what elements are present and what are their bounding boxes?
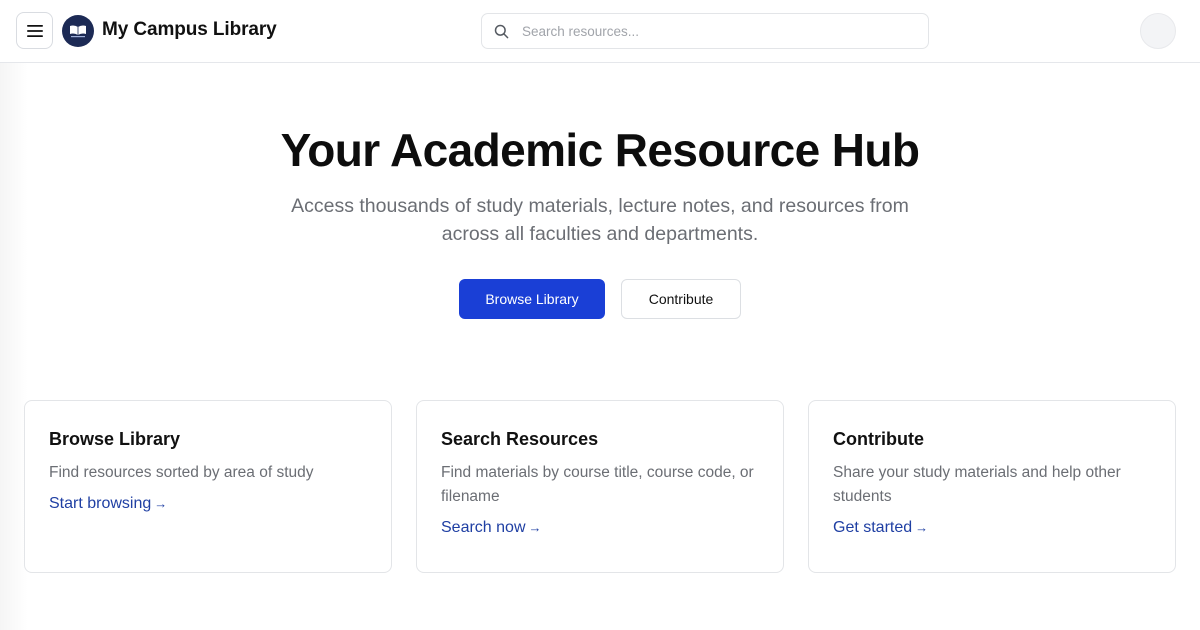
hamburger-menu-icon xyxy=(26,24,43,37)
user-avatar[interactable] xyxy=(1140,13,1176,49)
hero-title: Your Academic Resource Hub xyxy=(280,124,920,176)
search-bar[interactable] xyxy=(481,13,929,49)
hero-subtitle: Access thousands of study materials, lec… xyxy=(291,195,909,245)
menu-button[interactable] xyxy=(16,12,53,49)
card-link-label: Search now xyxy=(441,519,526,536)
top-header: My Campus Library xyxy=(0,0,1200,63)
site-title[interactable]: My Campus Library xyxy=(102,19,277,41)
open-book-logo-icon xyxy=(70,25,86,38)
search-icon xyxy=(494,24,509,39)
search-now-link[interactable]: Search now → xyxy=(441,519,542,537)
start-browsing-link[interactable]: Start browsing → xyxy=(49,495,167,513)
card-link-label: Get started xyxy=(833,519,913,536)
contribute-button[interactable]: Contribute xyxy=(621,279,741,319)
search-input[interactable] xyxy=(522,14,922,48)
arrow-right-icon: → xyxy=(915,520,929,535)
card-link-label: Start browsing xyxy=(49,495,152,512)
card-browse-library: Browse Library Find resources sorted by … xyxy=(24,400,392,573)
card-description: Find materials by course title, course c… xyxy=(441,464,754,505)
card-title: Search Resources xyxy=(441,429,599,449)
library-logo[interactable] xyxy=(62,15,94,47)
card-description: Share your study materials and help othe… xyxy=(833,464,1121,505)
arrow-right-icon: → xyxy=(154,496,168,511)
card-search-resources: Search Resources Find materials by cours… xyxy=(416,400,784,573)
browse-library-button[interactable]: Browse Library xyxy=(459,279,605,319)
card-title: Contribute xyxy=(833,429,924,449)
card-contribute: Contribute Share your study materials an… xyxy=(808,400,1176,573)
arrow-right-icon: → xyxy=(528,520,542,535)
get-started-link[interactable]: Get started → xyxy=(833,519,928,537)
card-description: Find resources sorted by area of study xyxy=(49,464,314,481)
card-title: Browse Library xyxy=(49,429,181,449)
